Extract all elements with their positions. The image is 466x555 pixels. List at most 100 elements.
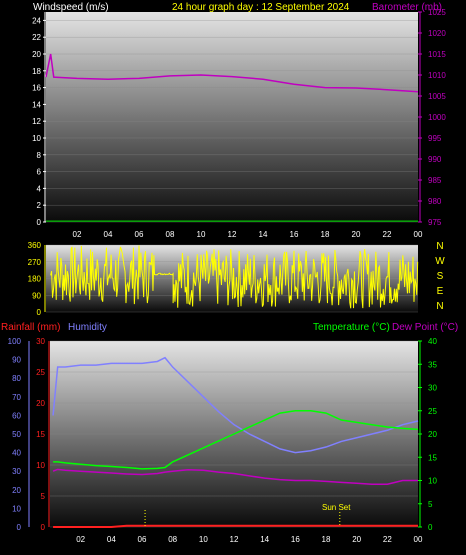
x-tick-label: 06 [138,535,147,544]
x-tick-label: 14 [260,535,269,544]
rainfall-tick-label: 5 [41,492,46,501]
x-axis-ticks: 02 04 06 08 10 12 14 16 18 20 22 00 [73,230,423,239]
windspeed-axis-title: Windspeed (m/s) [33,2,109,13]
windspeed-tick-label: 8 [37,151,42,160]
temperature-ticks: 0 5 10 15 20 25 30 35 40 [418,337,437,532]
x-tick-label: 04 [104,230,113,239]
sunset-label: Sun Set [322,503,351,512]
x-tick-label: 12 [230,535,239,544]
rainfall-tick-label: 0 [41,523,46,532]
x-tick-label: 16 [290,230,299,239]
x-tick-label: 00 [414,535,423,544]
compass-w-label: W [435,256,445,267]
rainfall-tick-label: 25 [36,368,45,377]
rainfall-ticks: 0 5 10 15 20 25 30 [36,337,50,532]
windspeed-tick-label: 6 [37,168,42,177]
dewpoint-axis-title: Dew Point (°C) [392,322,458,333]
barometer-tick-label: 1025 [428,8,446,17]
humidity-tick-label: 60 [12,411,21,420]
rainfall-tick-label: 20 [36,399,45,408]
windspeed-tick-label: 10 [32,134,41,143]
x-tick-label: 22 [383,535,392,544]
compass-n-label: N [436,301,443,312]
barometer-tick-label: 990 [428,155,442,164]
humidity-tick-label: 20 [12,486,21,495]
barometer-tick-label: 1000 [428,113,446,122]
barometer-tick-label: 1005 [428,92,446,101]
winddir-tick-label: 90 [32,291,41,300]
weather-graph-page: Windspeed (m/s) 24 hour graph day : 12 S… [0,0,466,555]
x-tick-label: 20 [352,535,361,544]
chart-title: 24 hour graph day : 12 September 2024 [172,2,350,13]
windspeed-ticks: 024681012141618202224 [32,12,46,227]
barometer-tick-label: 1020 [428,29,446,38]
x-tick-label: 10 [197,230,206,239]
rainfall-tick-label: 10 [36,461,45,470]
humidity-tick-label: 50 [12,430,21,439]
winddir-ticks: 0 90 180 270 360 [28,241,46,317]
x-tick-label: 18 [322,535,331,544]
temperature-tick-label: 15 [428,453,437,462]
humidity-tick-label: 40 [12,449,21,458]
compass-e-label: E [437,286,444,297]
humidity-tick-label: 30 [12,467,21,476]
x-tick-label: 22 [383,230,392,239]
barometer-tick-label: 1015 [428,50,446,59]
humidity-tick-label: 0 [17,523,22,532]
windspeed-tick-label: 12 [32,117,41,126]
x-tick-label: 02 [73,230,82,239]
temperature-tick-label: 0 [428,523,433,532]
winddir-tick-label: 0 [37,308,42,317]
humidity-axis-title: Humidity [68,322,107,333]
x-tick-label: 08 [166,230,175,239]
temperature-tick-label: 20 [428,430,437,439]
weather-graph: Windspeed (m/s) 24 hour graph day : 12 S… [1,2,458,544]
temperature-tick-label: 5 [428,500,433,509]
barometer-tick-label: 995 [428,134,442,143]
humidity-tick-label: 10 [12,504,21,513]
winddir-tick-label: 180 [28,275,42,284]
x-tick-label: 08 [168,535,177,544]
rainfall-axis-title: Rainfall (mm) [1,322,60,333]
barometer-tick-label: 1010 [428,71,446,80]
x-tick-label: 18 [321,230,330,239]
barometer-tick-label: 985 [428,176,442,185]
temperature-tick-label: 40 [428,337,437,346]
barometer-tick-label: 980 [428,197,442,206]
compass-s-label: S [437,271,444,282]
top-plot-area [46,12,418,222]
temperature-tick-label: 35 [428,360,437,369]
windspeed-tick-label: 2 [37,201,42,210]
temperature-axis-title: Temperature (°C) [313,322,390,333]
temperature-tick-label: 30 [428,384,437,393]
humidity-tick-label: 90 [12,356,21,365]
temperature-tick-label: 25 [428,407,437,416]
x-tick-label: 12 [228,230,237,239]
windspeed-tick-label: 14 [32,100,41,109]
humidity-tick-label: 100 [8,337,22,346]
x-tick-label: 06 [135,230,144,239]
x-tick-label: 04 [107,535,116,544]
x-tick-label: 16 [291,535,300,544]
windspeed-tick-label: 20 [32,50,41,59]
x-tick-label: 00 [414,230,423,239]
x-tick-label: 20 [352,230,361,239]
winddir-tick-label: 360 [28,241,42,250]
temperature-tick-label: 10 [428,477,437,486]
barometer-ticks: 975 980 985 990 995 1000 1005 1010 1015 1020 1025 [418,8,446,227]
x-tick-label: 14 [259,230,268,239]
humidity-ticks: 0 10 20 30 40 50 60 70 80 90 100 [8,337,30,532]
windspeed-tick-label: 16 [32,84,41,93]
compass-labels: NWSEN [435,241,445,312]
barometer-tick-label: 975 [428,218,442,227]
x-tick-label: 02 [76,535,85,544]
compass-n-label: N [436,241,443,252]
windspeed-tick-label: 0 [37,218,42,227]
rainfall-tick-label: 15 [36,430,45,439]
winddir-tick-label: 270 [28,258,42,267]
x-axis-ticks-bottom: 02 04 06 08 10 12 14 16 18 20 22 00 [76,535,423,544]
rainfall-tick-label: 30 [36,337,45,346]
windspeed-tick-label: 22 [32,33,41,42]
windspeed-tick-label: 4 [37,184,42,193]
humidity-tick-label: 70 [12,393,21,402]
